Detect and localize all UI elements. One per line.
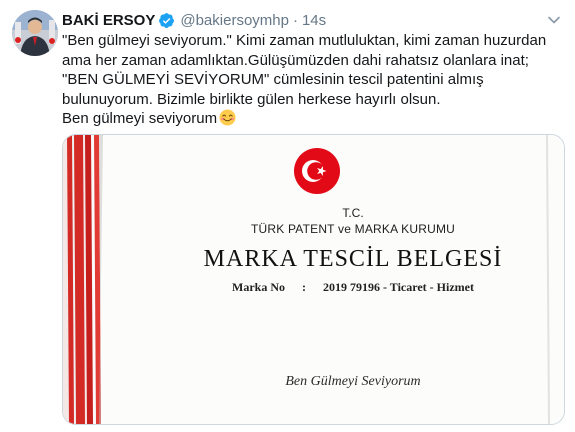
certificate-country: T.C. bbox=[342, 206, 364, 220]
tweet-closing-text: Ben gülmeyi seviyorum bbox=[62, 110, 218, 127]
certificate-institution: TÜRK PATENT ve MARKA KURUMU bbox=[250, 222, 456, 236]
tweet-text: "Ben gülmeyi seviyorum." Kimi zaman mutl… bbox=[62, 31, 562, 129]
avatar-image bbox=[12, 10, 58, 56]
certificate-mark-text: Ben Gülmeyi Seviyorum bbox=[285, 374, 421, 389]
certificate-number: 2019 79196 - Ticaret - Hizmet bbox=[323, 280, 474, 294]
certificate-number-separator: : bbox=[302, 280, 307, 294]
tweet[interactable]: BAKİ ERSOY @bakiersoymhp · 14s "Ben gülm… bbox=[0, 0, 575, 432]
trademark-certificate: T.C. TÜRK PATENT ve MARKA KURUMU MARKA T… bbox=[63, 135, 564, 424]
separator-dot: · bbox=[292, 11, 298, 29]
tweet-last-line: Ben gülmeyi seviyorum bbox=[62, 109, 562, 129]
certificate-number-label: Marka No bbox=[232, 280, 286, 294]
verified-badge-icon bbox=[159, 12, 175, 28]
timestamp[interactable]: 14s bbox=[302, 12, 326, 29]
smiling-face-icon bbox=[219, 109, 236, 126]
chevron-down-icon[interactable] bbox=[547, 13, 561, 27]
author-name[interactable]: BAKİ ERSOY bbox=[62, 12, 155, 29]
tweet-media-image[interactable]: T.C. TÜRK PATENT ve MARKA KURUMU MARKA T… bbox=[62, 134, 565, 425]
turkish-emblem-icon bbox=[294, 148, 340, 194]
tweet-header: BAKİ ERSOY @bakiersoymhp · 14s bbox=[62, 10, 326, 30]
certificate-title: MARKA TESCİL BELGESİ bbox=[203, 246, 503, 272]
avatar[interactable] bbox=[12, 10, 58, 56]
author-handle[interactable]: @bakiersoymhp bbox=[180, 12, 289, 29]
tweet-paragraph: "Ben gülmeyi seviyorum." Kimi zaman mutl… bbox=[62, 32, 547, 108]
certificate-number-line: Marka No : 2019 79196 - Ticaret - Hizmet bbox=[193, 280, 513, 295]
